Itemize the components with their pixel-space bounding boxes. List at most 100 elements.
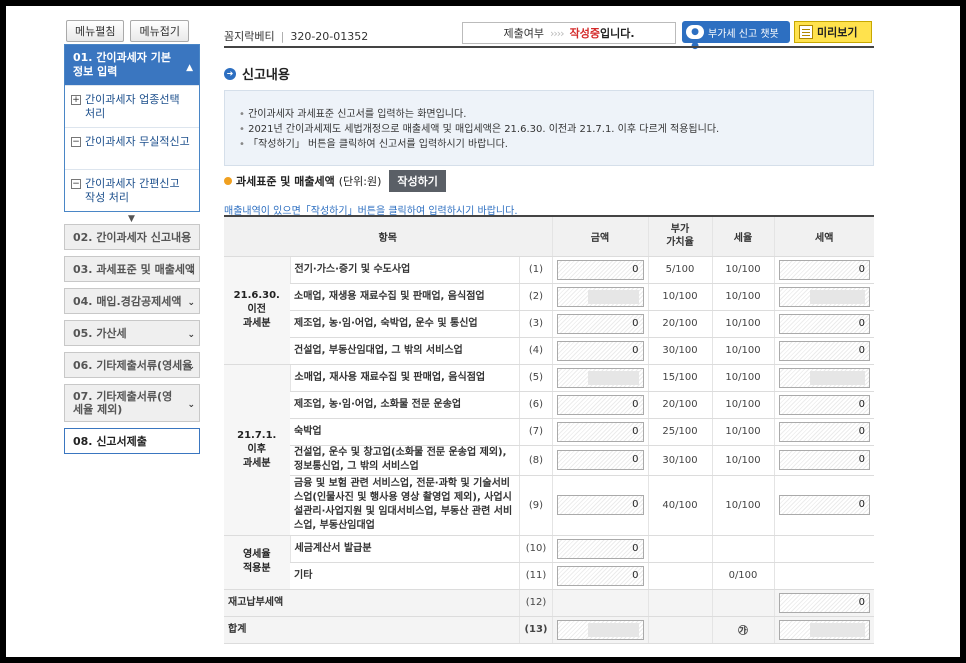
amount-input[interactable]: 0 <box>556 259 644 280</box>
item-label: 금융 및 보험 관련 서비스업, 전문·과학 및 기술서비스업(인물사진 및 행… <box>290 475 520 536</box>
col-tax: 세액 <box>773 215 874 257</box>
amount-input[interactable]: 0 <box>556 313 644 334</box>
chatbot-label: 부가세 신고 챗봇 <box>708 28 779 40</box>
amount-input[interactable]: 0 <box>556 421 644 442</box>
vat-rate: 10/100 <box>647 283 712 311</box>
header-divider <box>224 46 874 48</box>
submenu-item-no-activity[interactable]: − 간이과세자 무실적신고 <box>65 127 199 169</box>
submenu-label: 간이과세자 간편신고 작성 처리 <box>85 177 180 204</box>
submenu-item-simple-report[interactable]: − 간이과세자 간편신고 작성 처리 <box>65 169 199 211</box>
item-label: 기타 <box>290 562 520 590</box>
expand-menu-button[interactable]: 메뉴펼침 <box>66 20 125 42</box>
status-value: 작성중 <box>569 27 600 40</box>
tax-rate: 0/100 <box>711 562 774 590</box>
menu-section-title[interactable]: 01. 간이과세자 기본정보 입력 ▲ <box>65 45 199 85</box>
tax-input[interactable]: 0 <box>778 394 870 415</box>
preview-button[interactable]: 미리보기 <box>794 21 872 43</box>
tax-input[interactable]: 0 <box>778 313 870 334</box>
tax-rate: 10/100 <box>711 256 774 284</box>
vat-rate: 25/100 <box>647 418 712 446</box>
table-row-total: 합계 (13) ㉮ <box>224 616 874 644</box>
arrow-right-icon: ➜ <box>224 67 236 80</box>
menu-label: 04. 매입.경감공제세액 <box>73 294 182 308</box>
table-row-stock: 재고납부세액 (12) 0 <box>224 589 874 617</box>
chevron-down-icon: ⌄ <box>187 266 195 276</box>
info-line: 「작성하기」 버튼을 클릭하여 신고서를 입력하시기 바랍니다. <box>239 137 859 152</box>
menu-item-input-tax[interactable]: 04. 매입.경감공제세액 ⌄ <box>64 288 200 314</box>
tax-input[interactable]: 0 <box>778 421 870 442</box>
table-row: 21.6.30. 이전 과세분 전기·가스·증기 및 수도사업 (1) 0 5/100 1… <box>224 256 874 365</box>
table-row: 건설업, 운수 및 창고업(소화물 전문 운송업 제외), 정보통신업, 그 밖… <box>224 445 874 476</box>
col-vat-rate: 부가 가치율 <box>647 215 712 257</box>
amount-input[interactable]: 0 <box>556 340 644 361</box>
group-after-2021: 21.7.1. 이후 과세분 <box>224 364 290 536</box>
total-amount-input[interactable] <box>556 619 644 640</box>
menu-item-tax-base[interactable]: 03. 과세표준 및 매출세액 ⌄ <box>64 256 200 282</box>
tax-input[interactable] <box>778 286 870 307</box>
menu-item-report-content[interactable]: 02. 간이과세자 신고내용 <box>64 224 200 250</box>
tax-input[interactable]: 0 <box>778 340 870 361</box>
menu-label: 02. 간이과세자 신고내용 <box>73 230 192 244</box>
write-button[interactable]: 작성하기 <box>389 170 446 192</box>
business-number: 320-20-01352 <box>290 30 369 43</box>
info-box: 간이과세자 과세표준 신고서를 입력하는 화면입니다. 2021년 간이과세제도… <box>224 90 874 166</box>
total-tax-input[interactable] <box>778 619 870 640</box>
chevron-down-icon: ⌄ <box>187 330 195 340</box>
amount-input[interactable]: 0 <box>556 450 644 470</box>
status-label: 제출여부 <box>503 27 544 40</box>
subsection-heading: 과세표준 및 매출세액 (단위:원) 작성하기 <box>224 170 446 192</box>
table-row: 영세율 적용분 세금계산서 발급분 (10) 0 <box>224 535 874 590</box>
menu-controls: 메뉴펼침 메뉴접기 <box>66 20 189 42</box>
info-line: 2021년 간이과세제도 세법개정으로 매출세액 및 매입세액은 21.6.30… <box>239 122 859 137</box>
line-number: (1) <box>519 256 552 284</box>
menu-label: 03. 과세표준 및 매출세액 <box>73 262 196 276</box>
menu-label: 07. 기타제출서류(영세율 제외) <box>73 390 173 416</box>
tax-rate: 10/100 <box>711 310 774 338</box>
line-number: (9) <box>519 475 552 536</box>
vat-rate: 30/100 <box>647 337 712 365</box>
item-label: 건설업, 부동산임대업, 그 밖의 서비스업 <box>290 337 520 365</box>
table-row: 숙박업 (7) 0 25/100 10/100 0 <box>224 418 874 446</box>
tax-input[interactable]: 0 <box>778 259 870 280</box>
amount-input[interactable] <box>556 367 644 388</box>
stock-tax-input[interactable]: 0 <box>778 592 870 613</box>
unit-label: (단위:원) <box>338 175 382 188</box>
amount-input[interactable]: 0 <box>556 394 644 415</box>
item-label: 세금계산서 발급분 <box>289 535 520 563</box>
menu-item-penalty[interactable]: 05. 가산세 ⌄ <box>64 320 200 346</box>
collapse-menu-button[interactable]: 메뉴접기 <box>130 20 189 42</box>
vat-rate <box>647 562 712 590</box>
total-label: 합계 <box>224 616 520 644</box>
line-number: (7) <box>519 418 552 446</box>
menu-item-docs-zero-rate[interactable]: 06. 기타제출서류(영세율 ⌄ <box>64 352 200 378</box>
vat-rate: 30/100 <box>647 445 712 476</box>
table-row: 건설업, 부동산임대업, 그 밖의 서비스업 (4) 0 30/100 10/100 0 <box>224 337 874 365</box>
table-row: 21.7.1. 이후 과세분 소매업, 재사용 재료수집 및 판매업, 음식점업(… <box>224 364 874 536</box>
business-info: 꼼지락베티 | 320-20-01352 <box>224 28 368 44</box>
amount-input[interactable] <box>556 286 644 307</box>
status-suffix: 입니다. <box>599 27 635 40</box>
submenu-item-business-type[interactable]: + 간이과세자 업종선택 처리 <box>65 85 199 127</box>
menu-item-docs-non-zero-rate[interactable]: 07. 기타제출서류(영세율 제외) ⌄ <box>64 384 200 422</box>
chevron-down-icon: ⌄ <box>187 362 195 372</box>
chatbot-button[interactable]: ● ● 부가세 신고 챗봇 <box>682 21 790 51</box>
menu-section-label: 01. 간이과세자 기본정보 입력 <box>73 51 171 78</box>
chevron-down-icon: ⌄ <box>187 298 195 308</box>
amount-input[interactable]: 0 <box>556 565 644 586</box>
arrow-icon: ›››› <box>549 26 565 40</box>
tax-rate: 10/100 <box>711 337 774 365</box>
tax-input[interactable] <box>778 367 870 388</box>
menu-item-submit[interactable]: 08. 신고서제출 <box>64 428 200 454</box>
chevron-up-icon[interactable]: ▲ <box>186 61 193 75</box>
line-number: (2) <box>519 283 552 311</box>
amount-input[interactable]: 0 <box>556 538 644 559</box>
tax-input[interactable]: 0 <box>778 450 870 470</box>
minus-box-icon: − <box>71 179 81 189</box>
item-label: 전기·가스·증기 및 수도사업 <box>289 256 520 284</box>
minus-box-icon: − <box>71 137 81 147</box>
vat-rate <box>647 535 712 563</box>
tax-input[interactable]: 0 <box>778 495 870 515</box>
submenu-label: 간이과세자 업종선택 처리 <box>85 93 180 120</box>
table-row: 금융 및 보험 관련 서비스업, 전문·과학 및 기술서비스업(인물사진 및 행… <box>224 475 874 536</box>
amount-input[interactable]: 0 <box>556 495 644 515</box>
